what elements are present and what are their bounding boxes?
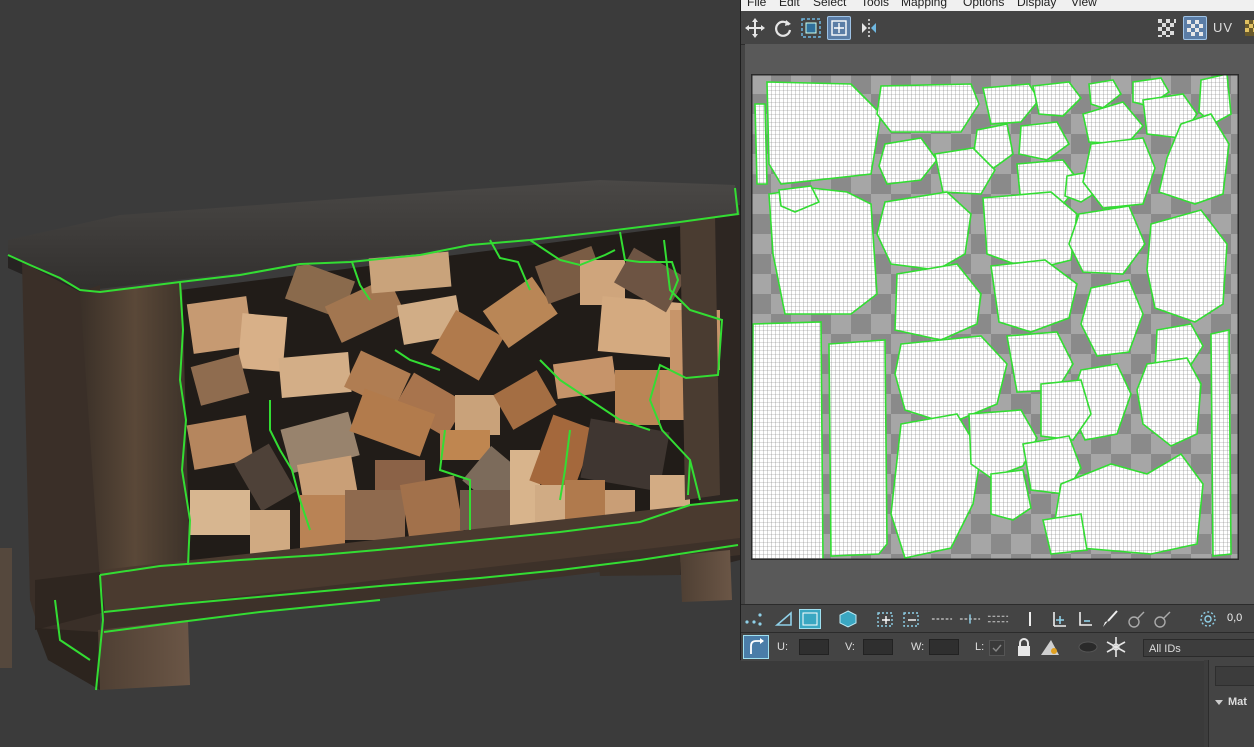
- uv-grid-canvas[interactable]: [751, 74, 1239, 560]
- element-icon[interactable]: [837, 609, 859, 629]
- bench-right-leg: [680, 550, 732, 602]
- vertex-icon[interactable]: [743, 609, 765, 629]
- grow-icon[interactable]: [875, 609, 897, 629]
- loop-icon[interactable]: [987, 609, 1009, 629]
- menu-mapping[interactable]: Mapping: [901, 0, 947, 9]
- align-add-icon[interactable]: [1047, 609, 1069, 629]
- menu-tools[interactable]: Tools: [861, 0, 889, 9]
- w-input[interactable]: [929, 639, 959, 655]
- checker-icon[interactable]: [1155, 16, 1179, 40]
- 3d-viewport[interactable]: [0, 0, 740, 747]
- id-filter-select[interactable]: All IDs: [1143, 639, 1254, 657]
- transform-mode-icon[interactable]: [743, 635, 769, 659]
- menu-options[interactable]: Options: [963, 0, 1004, 9]
- move-icon[interactable]: [743, 16, 767, 40]
- v-label: V:: [845, 641, 855, 653]
- ring-grow-icon[interactable]: [959, 609, 981, 629]
- materials-rollout[interactable]: Mat: [1215, 696, 1254, 716]
- uv-canvas-area[interactable]: [745, 44, 1254, 604]
- edge-icon[interactable]: [773, 609, 795, 629]
- uv-editor-window: File Edit Select Tools Mapping Options D…: [740, 0, 1254, 661]
- checker-icon-2[interactable]: [1239, 16, 1254, 40]
- hide-selection-icon[interactable]: [1077, 637, 1099, 657]
- v-input[interactable]: [863, 639, 893, 655]
- align-corner-icon[interactable]: [1073, 609, 1095, 629]
- lock-icon[interactable]: [1013, 637, 1035, 657]
- rotate-icon[interactable]: [771, 16, 795, 40]
- loop-vertical-icon[interactable]: [1019, 609, 1041, 629]
- menu-select[interactable]: Select: [813, 0, 846, 9]
- value-readout: 0,0: [1227, 612, 1243, 624]
- paint-icon[interactable]: [1099, 609, 1121, 629]
- freeze-icon[interactable]: [1105, 637, 1127, 657]
- falloff-icon[interactable]: [1197, 609, 1219, 629]
- soft-select-icon[interactable]: [1125, 609, 1147, 629]
- menu-display[interactable]: Display: [1017, 0, 1056, 9]
- freeform-icon[interactable]: [827, 16, 851, 40]
- mirror-icon[interactable]: [857, 16, 881, 40]
- panel-field[interactable]: [1215, 666, 1254, 686]
- l-label: L:: [975, 641, 985, 653]
- menu-edit[interactable]: Edit: [779, 0, 800, 9]
- command-panel: Mat: [1208, 660, 1254, 747]
- uv-selection-toolbar: 0,0: [741, 604, 1254, 633]
- u-label: U:: [777, 641, 788, 653]
- u-input[interactable]: [799, 639, 829, 655]
- shrink-icon[interactable]: [901, 609, 923, 629]
- checker-map-icon[interactable]: [1183, 16, 1207, 40]
- menu-view[interactable]: View: [1071, 0, 1097, 9]
- firewood-bench-model: [0, 180, 740, 691]
- partial-object: [0, 548, 12, 668]
- soft-select-icon-2[interactable]: [1151, 609, 1173, 629]
- collapse-triangle-icon: [1215, 699, 1223, 705]
- materials-rollout-label: Mat: [1228, 696, 1247, 708]
- menu-file[interactable]: File: [747, 0, 766, 9]
- uv-coordinates-toolbar: U: V: W: L: All IDs: [741, 632, 1254, 661]
- face-icon[interactable]: [799, 609, 821, 629]
- lock-toggle-checkbox[interactable]: [989, 640, 1005, 656]
- scale-icon[interactable]: [799, 16, 823, 40]
- ring-icon[interactable]: [931, 609, 953, 629]
- w-label: W:: [911, 641, 925, 653]
- menu-bar: File Edit Select Tools Mapping Options D…: [741, 0, 1254, 11]
- uv-top-toolbar: UV: [741, 12, 1254, 45]
- uv-label: UV: [1213, 20, 1234, 35]
- hide-icon[interactable]: [1039, 637, 1061, 657]
